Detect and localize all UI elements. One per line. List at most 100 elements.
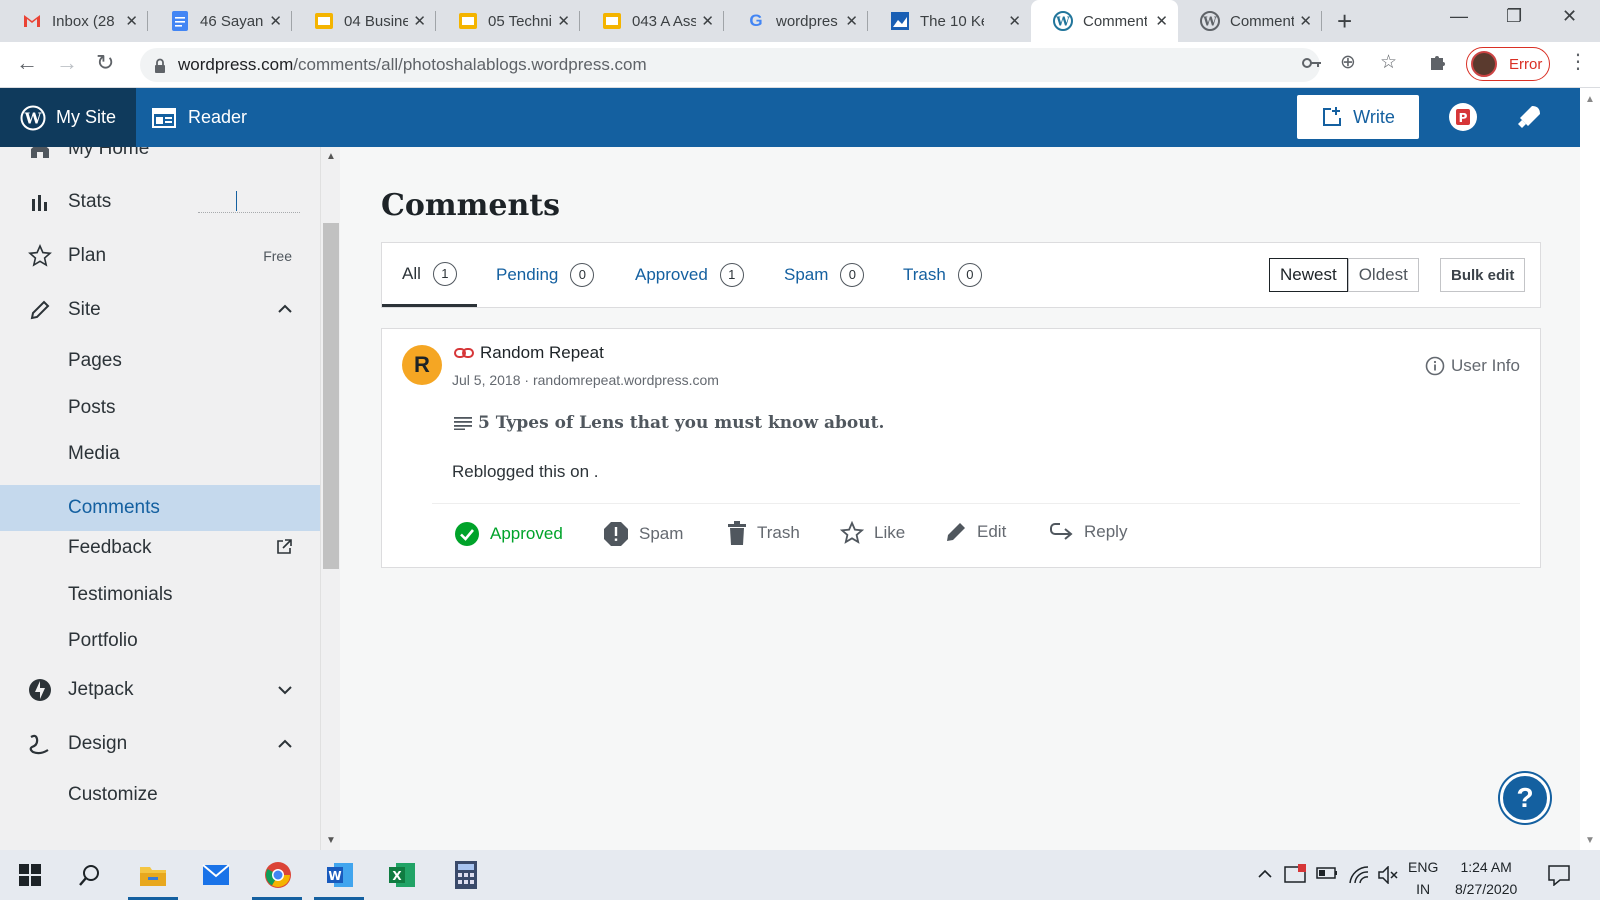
wifi-icon[interactable] bbox=[1348, 866, 1370, 888]
chevron-down-icon[interactable] bbox=[278, 682, 292, 698]
page-scrollbar[interactable]: ▲ ▼ bbox=[1580, 88, 1600, 850]
notification-center-icon[interactable] bbox=[1548, 864, 1570, 890]
sidebar-item-comments[interactable]: Comments bbox=[0, 485, 320, 531]
profile-button[interactable]: Error bbox=[1466, 47, 1550, 81]
minimize-button[interactable]: — bbox=[1450, 6, 1468, 27]
sidebar-item-portfolio[interactable]: Portfolio bbox=[0, 628, 320, 654]
new-tab-button[interactable]: + bbox=[1337, 6, 1352, 37]
tab-slides-2[interactable]: 05 Technic ✕ bbox=[436, 0, 580, 42]
sidebar-item-media[interactable]: Media bbox=[0, 441, 320, 467]
comment-date[interactable]: Jul 5, 2018 bbox=[452, 372, 521, 388]
close-icon[interactable]: ✕ bbox=[1299, 12, 1312, 30]
tab-spam[interactable]: Spam 0 bbox=[784, 243, 865, 307]
sidebar-item-plan[interactable]: Plan Free bbox=[0, 243, 320, 269]
help-button[interactable]: ? bbox=[1500, 773, 1550, 823]
restore-button[interactable]: ❐ bbox=[1506, 6, 1522, 27]
calculator-icon[interactable] bbox=[450, 859, 482, 891]
tab-approved[interactable]: Approved 1 bbox=[635, 243, 744, 307]
sidebar-scroll-thumb[interactable] bbox=[323, 223, 339, 569]
sidebar-item-customize[interactable]: Customize bbox=[0, 782, 320, 808]
close-icon[interactable]: ✕ bbox=[413, 12, 426, 30]
reader-button[interactable]: Reader bbox=[152, 88, 247, 147]
language-indicator[interactable]: ENG IN bbox=[1408, 856, 1438, 900]
close-icon[interactable]: ✕ bbox=[125, 12, 138, 30]
word-icon[interactable]: W bbox=[324, 859, 356, 891]
tab-comments-active[interactable]: W Comment ✕ bbox=[1031, 0, 1178, 42]
taskbar-clock[interactable]: 1:24 AM 8/27/2020 bbox=[1455, 856, 1517, 900]
mail-icon[interactable] bbox=[200, 859, 232, 891]
close-icon[interactable]: ✕ bbox=[557, 12, 570, 30]
count-badge: 1 bbox=[432, 261, 457, 286]
comment-post-link[interactable]: 5 Types of Lens that you must know about… bbox=[454, 413, 884, 433]
sidebar-scrollbar[interactable]: ▲ ▼ bbox=[320, 147, 340, 850]
sidebar-item-site[interactable]: Site bbox=[0, 297, 320, 323]
sidebar-item-my-home[interactable]: My Home bbox=[0, 147, 320, 161]
scroll-down-arrow-icon[interactable]: ▼ bbox=[326, 835, 336, 846]
spam-button[interactable]: Spam bbox=[603, 521, 683, 547]
chevron-up-icon[interactable] bbox=[1258, 866, 1272, 883]
volume-muted-icon[interactable] bbox=[1378, 865, 1400, 888]
close-window-button[interactable]: ✕ bbox=[1562, 6, 1577, 27]
sidebar-item-posts[interactable]: Posts bbox=[0, 395, 320, 421]
tab-trash[interactable]: Trash 0 bbox=[903, 243, 982, 307]
sort-oldest-button[interactable]: Oldest bbox=[1347, 258, 1419, 292]
close-icon[interactable]: ✕ bbox=[269, 12, 282, 30]
tab-gmail[interactable]: Inbox (28 ✕ bbox=[0, 0, 148, 42]
commenter-avatar[interactable]: R bbox=[402, 345, 442, 385]
sidebar-item-stats[interactable]: Stats bbox=[0, 189, 320, 215]
extensions-icon[interactable] bbox=[1428, 53, 1446, 77]
chevron-up-icon[interactable] bbox=[278, 736, 292, 752]
battery-icon[interactable] bbox=[1316, 866, 1338, 884]
menu-icon[interactable]: ⋮ bbox=[1568, 49, 1588, 74]
chevron-up-icon[interactable] bbox=[278, 301, 292, 319]
tab-pending[interactable]: Pending 0 bbox=[496, 243, 595, 307]
excel-icon[interactable]: X bbox=[386, 859, 418, 891]
tab-slides-1[interactable]: 04 Busine ✕ bbox=[292, 0, 436, 42]
reload-button[interactable]: ↻ bbox=[96, 50, 114, 76]
approved-button[interactable]: Approved bbox=[454, 521, 563, 547]
my-site-button[interactable]: W My Site bbox=[0, 88, 136, 147]
back-button[interactable]: ← bbox=[16, 50, 38, 76]
close-icon[interactable]: ✕ bbox=[1155, 12, 1168, 30]
chrome-icon[interactable] bbox=[262, 859, 294, 891]
comment-author[interactable]: Random Repeat bbox=[454, 343, 604, 363]
address-bar[interactable]: wordpress.com/comments/all/photoshalablo… bbox=[140, 48, 1320, 82]
commenter-site-link[interactable]: randomrepeat.wordpress.com bbox=[533, 372, 719, 388]
bookmark-star-icon[interactable]: ☆ bbox=[1380, 51, 1397, 74]
scroll-up-arrow-icon[interactable]: ▲ bbox=[326, 151, 336, 162]
sidebar-item-pages[interactable]: Pages bbox=[0, 348, 320, 374]
tab-all[interactable]: All 1 bbox=[382, 243, 477, 307]
avatar bbox=[1471, 51, 1497, 77]
user-info-button[interactable]: User Info bbox=[1425, 356, 1520, 376]
sidebar-item-design[interactable]: Design bbox=[0, 731, 320, 757]
profile-avatar-icon[interactable]: P bbox=[1448, 102, 1478, 137]
edit-button[interactable]: Edit bbox=[945, 521, 1006, 543]
scroll-up-arrow-icon[interactable]: ▲ bbox=[1585, 94, 1595, 105]
tab-comments-2[interactable]: W Comment ✕ bbox=[1178, 0, 1322, 42]
write-button[interactable]: Write bbox=[1297, 95, 1419, 139]
close-icon[interactable]: ✕ bbox=[701, 12, 714, 30]
sidebar-item-feedback[interactable]: Feedback bbox=[0, 535, 320, 561]
sidebar-item-jetpack[interactable]: Jetpack bbox=[0, 677, 320, 703]
sidebar-item-testimonials[interactable]: Testimonials bbox=[0, 582, 320, 608]
scroll-down-arrow-icon[interactable]: ▼ bbox=[1585, 835, 1595, 846]
search-icon[interactable] bbox=[74, 859, 106, 891]
forward-button[interactable]: → bbox=[56, 50, 78, 76]
sort-newest-button[interactable]: Newest bbox=[1269, 258, 1348, 292]
like-button[interactable]: Like bbox=[840, 521, 905, 545]
windows-start-icon[interactable] bbox=[14, 859, 46, 891]
trash-button[interactable]: Trash bbox=[727, 521, 800, 545]
key-icon[interactable] bbox=[1302, 53, 1322, 75]
close-icon[interactable]: ✕ bbox=[845, 12, 858, 30]
tab-slides-3[interactable]: 043 A Ass ✕ bbox=[580, 0, 724, 42]
notifications-icon[interactable] bbox=[1516, 102, 1544, 135]
bulk-edit-button[interactable]: Bulk edit bbox=[1440, 258, 1526, 292]
install-icon[interactable]: ⊕ bbox=[1340, 51, 1356, 74]
security-tray-icon[interactable] bbox=[1284, 864, 1306, 888]
tab-docs[interactable]: 46 Sayani ✕ bbox=[148, 0, 292, 42]
tab-google-search[interactable]: G wordpres ✕ bbox=[724, 0, 868, 42]
file-explorer-icon[interactable] bbox=[137, 859, 169, 891]
reply-button[interactable]: Reply bbox=[1050, 521, 1127, 543]
tab-article[interactable]: The 10 Ke ✕ bbox=[868, 0, 1031, 42]
close-icon[interactable]: ✕ bbox=[1008, 12, 1021, 30]
